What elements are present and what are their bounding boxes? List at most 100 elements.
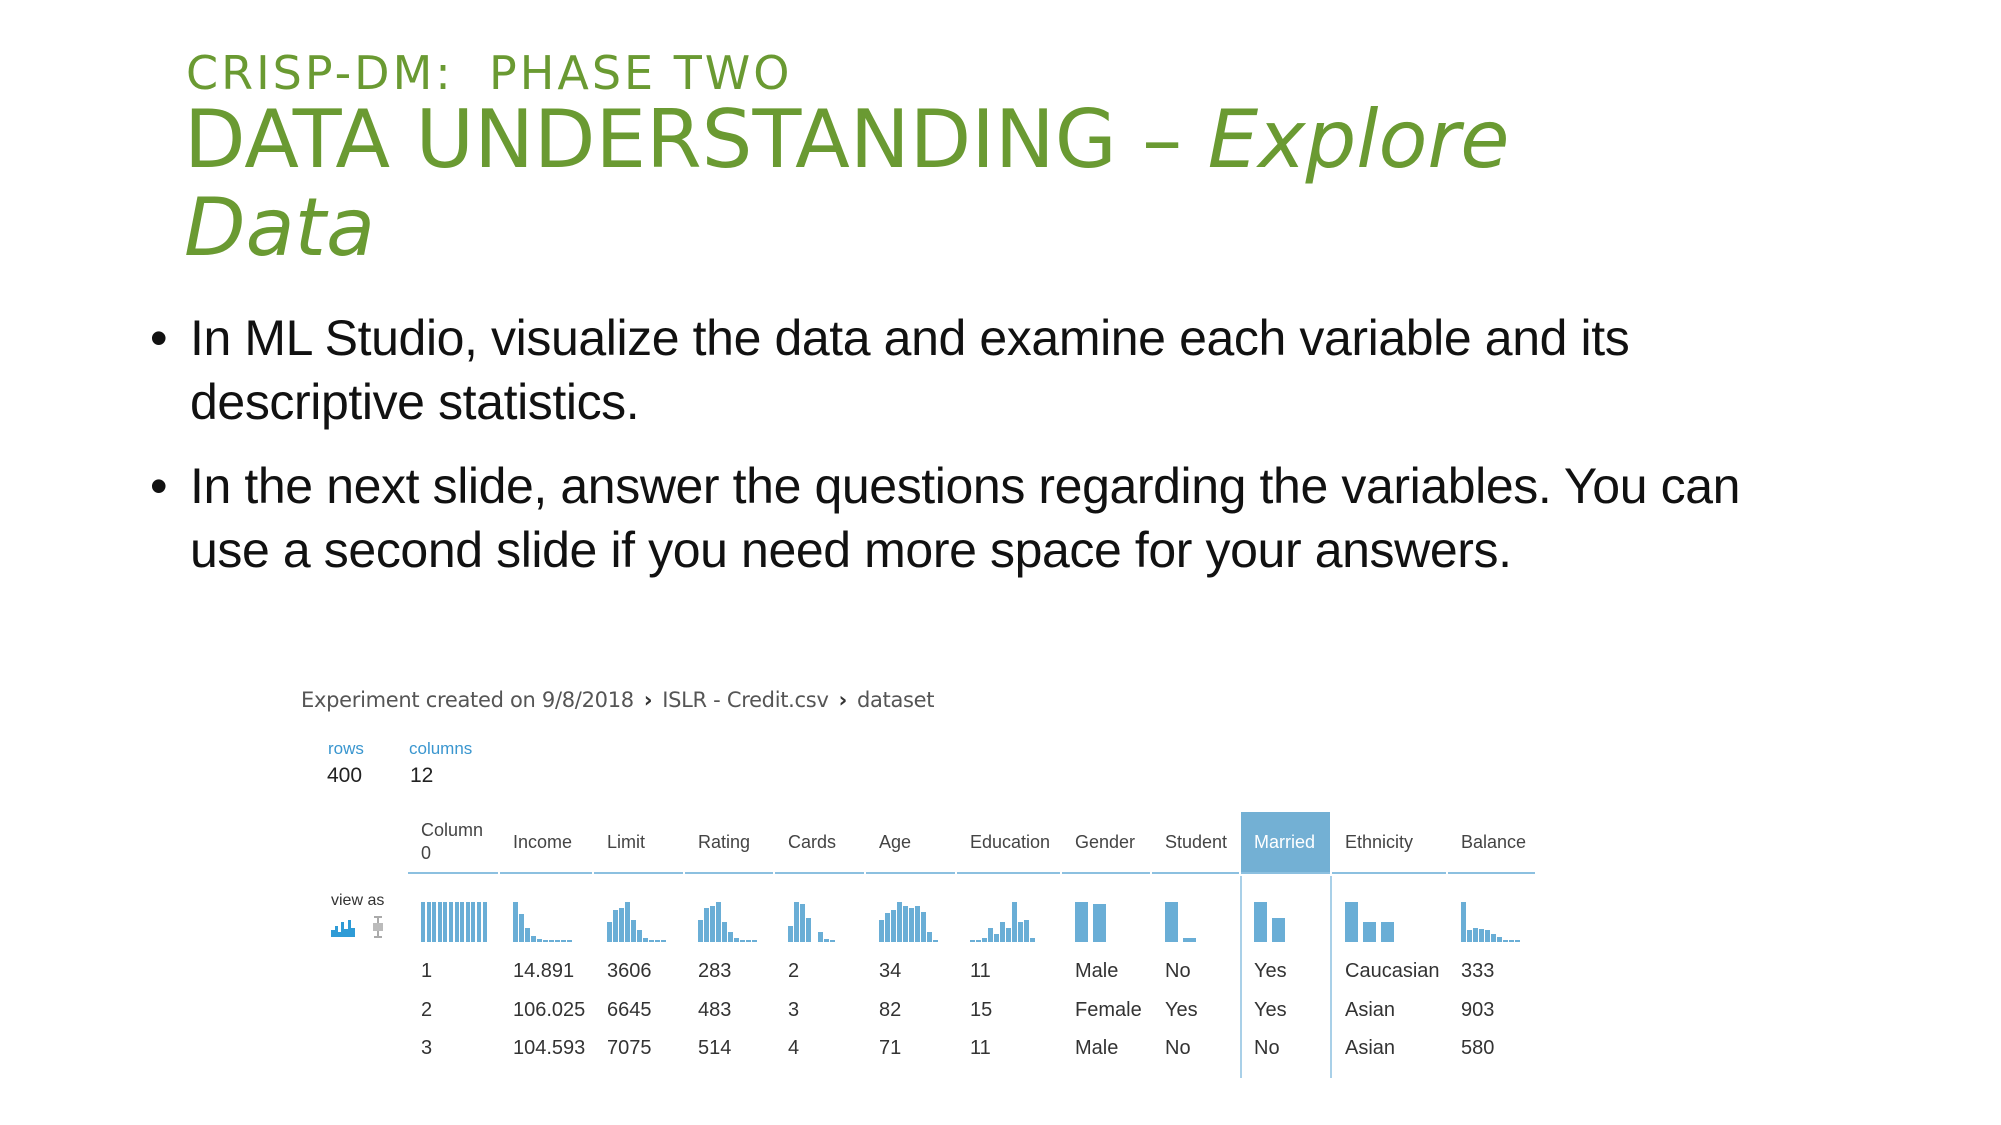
histogram-icon[interactable]: [330, 916, 358, 938]
histogram-bar: [471, 902, 476, 942]
column-header-income[interactable]: Income: [500, 812, 592, 874]
histogram-bar: [1254, 902, 1267, 942]
histogram-bar: [1345, 902, 1358, 942]
breadcrumb-dataset: dataset: [856, 688, 935, 712]
histogram-bar: [704, 908, 709, 942]
chevron-right-icon: ›: [838, 688, 848, 712]
table-cell: 14.891: [513, 960, 575, 982]
histogram-bar: [1012, 902, 1017, 942]
histogram-bar: [649, 940, 654, 942]
histogram-bar: [800, 904, 805, 942]
histogram-bar: [443, 902, 448, 942]
histogram-bar: [752, 940, 757, 942]
histogram-bar: [619, 908, 624, 942]
histogram-bar: [643, 938, 648, 942]
histogram-bar: [1093, 904, 1106, 942]
column-header-cards[interactable]: Cards: [775, 812, 864, 874]
column-header-label: Balance: [1461, 831, 1527, 852]
column-header-label: Column 0: [421, 820, 484, 863]
histogram-bar: [1485, 930, 1490, 942]
histogram-student[interactable]: [1165, 900, 1201, 942]
table-cell: 903: [1461, 999, 1495, 1021]
histogram-cards[interactable]: [788, 900, 836, 942]
histogram-bar: [555, 940, 560, 942]
column-header-rating[interactable]: Rating: [685, 812, 773, 874]
column-header-label: Ethnicity: [1345, 831, 1414, 852]
column-header-label: Age: [879, 831, 912, 852]
selected-column-border: [1330, 876, 1332, 1078]
histogram-ethnicity[interactable]: [1345, 900, 1399, 942]
histogram-bar: [543, 940, 548, 942]
table-cell: 2: [788, 960, 800, 982]
histogram-income[interactable]: [513, 900, 573, 942]
column-header-age[interactable]: Age: [866, 812, 955, 874]
column-header-education[interactable]: Education: [957, 812, 1060, 874]
column-header-label: Cards: [788, 831, 837, 852]
histogram-bar: [537, 939, 542, 942]
histogram-bar: [567, 940, 572, 942]
histogram-bar: [716, 902, 721, 942]
column-header-column-0[interactable]: Column 0: [408, 812, 498, 874]
bullet-list: • In ML Studio, visualize the data and ex…: [150, 306, 1810, 602]
histogram-bar: [970, 940, 975, 942]
histogram-bar: [1503, 940, 1508, 942]
histogram-limit[interactable]: [607, 900, 667, 942]
column-header-ethnicity[interactable]: Ethnicity: [1332, 812, 1446, 874]
histogram-balance[interactable]: [1461, 900, 1521, 942]
histogram-education[interactable]: [970, 900, 1036, 942]
histogram-bar: [449, 902, 453, 942]
histogram-bar: [549, 940, 554, 942]
column-header-student[interactable]: Student: [1152, 812, 1239, 874]
table-cell: 1: [421, 960, 433, 982]
histogram-bar: [1363, 922, 1376, 942]
table-cell: 82: [879, 999, 902, 1021]
table-cell: Male: [1075, 1037, 1119, 1059]
breadcrumb-dataset-file[interactable]: ISLR - Credit.csv: [662, 688, 829, 712]
table-cell: Caucasian: [1345, 960, 1440, 982]
breadcrumb-experiment[interactable]: Experiment created on 9/8/2018: [301, 688, 634, 712]
histogram-bar: [994, 934, 999, 942]
histogram-bar: [1030, 938, 1035, 942]
bullet-icon: •: [150, 310, 168, 366]
histogram-bar: [921, 912, 926, 942]
histogram-age[interactable]: [879, 900, 939, 942]
histogram-bar: [1473, 928, 1478, 942]
column-header-gender[interactable]: Gender: [1062, 812, 1150, 874]
histogram-bar: [897, 902, 902, 942]
histogram-bar: [794, 902, 799, 942]
table-cell: 71: [879, 1037, 902, 1059]
table-cell: 580: [1461, 1037, 1495, 1059]
histogram-bar: [607, 922, 612, 942]
histogram-bar: [655, 940, 660, 942]
histogram-bar: [525, 928, 530, 942]
histogram-bar: [1165, 902, 1178, 942]
table-cell: 3: [421, 1037, 433, 1059]
table-cell: 283: [698, 960, 732, 982]
histogram-married[interactable]: [1254, 900, 1290, 942]
histogram-bar: [982, 938, 987, 942]
histogram-bar: [1509, 940, 1514, 942]
histogram-bar: [824, 938, 829, 942]
bullet-text: In ML Studio, visualize the data and exa…: [190, 310, 1630, 430]
histogram-bar: [482, 902, 487, 942]
histogram-bar: [698, 920, 703, 942]
table-cell: 3606: [607, 960, 652, 982]
table-cell: 15: [970, 999, 993, 1021]
table-cell: Yes: [1254, 960, 1287, 982]
boxplot-icon[interactable]: [371, 916, 385, 938]
histogram-rating[interactable]: [698, 900, 758, 942]
histogram-gender[interactable]: [1075, 900, 1111, 942]
histogram-bar: [661, 940, 666, 942]
column-header-balance[interactable]: Balance: [1448, 812, 1535, 874]
column-header-limit[interactable]: Limit: [594, 812, 683, 874]
bullet-text: In the next slide, answer the questions …: [190, 458, 1741, 578]
column-header-label: Limit: [607, 831, 646, 852]
histogram-bar: [1006, 928, 1011, 942]
table-cell: No: [1254, 1037, 1280, 1059]
table-cell: Asian: [1345, 999, 1396, 1021]
histogram-bar: [426, 902, 431, 942]
histogram-bar: [1024, 920, 1029, 942]
column-header-label: Married: [1254, 831, 1316, 852]
histogram-column-0[interactable]: [421, 900, 488, 942]
column-header-married[interactable]: Married: [1241, 812, 1330, 874]
